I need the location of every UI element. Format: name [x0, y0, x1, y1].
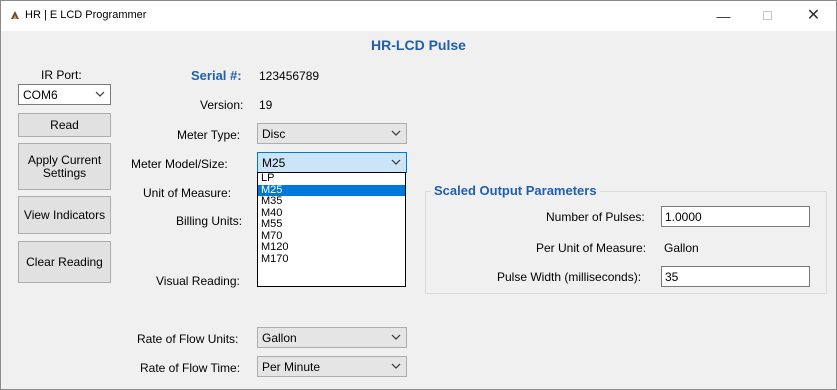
- unit-of-measure-label: Unit of Measure:: [143, 186, 232, 200]
- meter-type-select[interactable]: Disc: [257, 123, 407, 144]
- pulse-width-input[interactable]: 35: [661, 266, 810, 287]
- chevron-down-icon: [391, 130, 401, 136]
- rate-flow-units-value: Gallon: [262, 331, 297, 345]
- meter-model-dropdown-list[interactable]: LP M25 M35 M40 M55 M70 M120 M170: [257, 172, 406, 287]
- title-bar: HR | E LCD Programmer — ☐ ✕: [1, 1, 836, 31]
- rate-flow-time-value: Per Minute: [262, 360, 321, 374]
- version-value: 19: [259, 98, 273, 112]
- meter-model-select[interactable]: M25: [257, 152, 407, 173]
- scaled-output-title: Scaled Output Parameters: [431, 183, 600, 198]
- close-button[interactable]: ✕: [791, 1, 836, 31]
- apply-settings-button[interactable]: Apply Current Settings: [18, 143, 111, 190]
- clear-reading-button[interactable]: Clear Reading: [18, 241, 111, 283]
- pulse-width-label: Pulse Width (milliseconds):: [497, 270, 642, 284]
- dropdown-option[interactable]: M120: [258, 242, 405, 254]
- ir-port-label: IR Port:: [41, 68, 82, 82]
- app-window: HR | E LCD Programmer — ☐ ✕ HR-LCD Pulse…: [0, 0, 837, 390]
- window-title: HR | E LCD Programmer: [25, 9, 147, 21]
- minimize-button[interactable]: —: [701, 1, 746, 31]
- meter-type-label: Meter Type:: [177, 128, 241, 142]
- per-unit-label: Per Unit of Measure:: [536, 241, 647, 255]
- visual-reading-label: Visual Reading:: [156, 274, 240, 288]
- serial-value: 123456789: [259, 69, 320, 83]
- per-unit-value: Gallon: [664, 241, 699, 255]
- hr-e-logo-icon: [11, 11, 19, 19]
- maximize-button[interactable]: ☐: [745, 1, 790, 31]
- serial-label: Serial #:: [191, 68, 242, 83]
- dropdown-option[interactable]: M170: [258, 253, 405, 266]
- rate-flow-time-select[interactable]: Per Minute: [257, 356, 407, 377]
- chevron-down-icon: [391, 363, 401, 369]
- dropdown-option[interactable]: M55: [258, 219, 405, 231]
- meter-type-value: Disc: [262, 127, 286, 141]
- ir-port-value: COM6: [23, 88, 58, 102]
- meter-model-label: Meter Model/Size:: [131, 157, 228, 171]
- rate-flow-units-select[interactable]: Gallon: [257, 327, 407, 348]
- pulse-width-value: 35: [665, 270, 679, 284]
- chevron-down-icon: [391, 334, 401, 340]
- meter-model-value: M25: [262, 156, 286, 170]
- dropdown-option[interactable]: M35: [258, 196, 405, 208]
- page-title: HR-LCD Pulse: [371, 37, 466, 53]
- num-pulses-label: Number of Pulses:: [546, 210, 645, 224]
- chevron-down-icon: [95, 91, 105, 97]
- num-pulses-input[interactable]: 1.0000: [661, 206, 810, 227]
- chevron-down-icon: [391, 159, 401, 165]
- view-indicators-button[interactable]: View Indicators: [18, 196, 111, 234]
- rate-flow-time-label: Rate of Flow Time:: [140, 361, 241, 375]
- dropdown-option[interactable]: LP: [258, 173, 405, 185]
- version-label: Version:: [200, 98, 244, 112]
- read-button[interactable]: Read: [18, 113, 111, 137]
- rate-flow-units-label: Rate of Flow Units:: [137, 332, 239, 346]
- num-pulses-value: 1.0000: [665, 210, 702, 224]
- ir-port-select[interactable]: COM6: [18, 84, 111, 105]
- billing-units-label: Billing Units:: [176, 214, 243, 228]
